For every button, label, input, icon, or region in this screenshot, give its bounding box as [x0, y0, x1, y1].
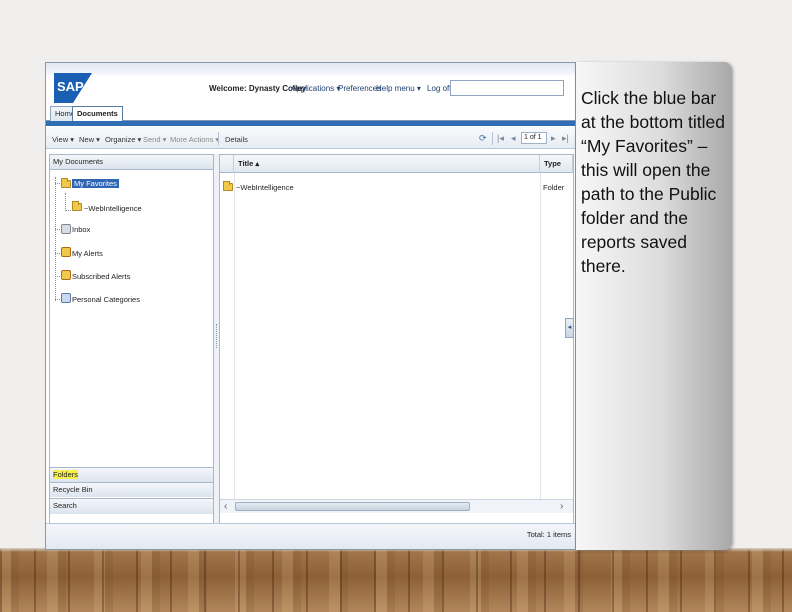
folder-icon	[223, 181, 233, 191]
scrollbar-thumb[interactable]	[235, 502, 470, 511]
callout-text: Click the blue bar at the bottom titled …	[581, 88, 725, 276]
refresh-icon[interactable]: ⟳	[479, 133, 487, 144]
my-documents-panel: My Documents My Favorites ~WebIntelligen…	[49, 154, 214, 547]
send-menu[interactable]: Send ▾	[143, 135, 166, 144]
horizontal-scrollbar[interactable]: ‹ ›	[220, 499, 573, 513]
next-page-icon[interactable]: ▸	[551, 133, 556, 144]
column-header-type[interactable]: Type	[540, 155, 573, 173]
accordion-recycle-bin-label: Recycle Bin	[53, 485, 93, 494]
column-divider	[234, 173, 235, 499]
tree-line	[55, 177, 56, 301]
inbox-icon	[61, 224, 71, 234]
accordion-recycle-bin[interactable]: Recycle Bin	[50, 482, 213, 497]
tree-item-webintelligence[interactable]: ~WebIntelligence	[84, 204, 142, 213]
scroll-left-icon[interactable]: ‹	[224, 500, 227, 513]
scroll-right-icon[interactable]: ›	[560, 500, 563, 513]
tree-item-subscribed-alerts[interactable]: Subscribed Alerts	[72, 272, 130, 281]
folder-icon	[61, 178, 71, 188]
first-page-icon[interactable]: |◂	[497, 133, 504, 144]
tab-bar: Home Documents	[46, 105, 575, 121]
accordion-search-label: Search	[53, 501, 77, 510]
instruction-callout: Click the blue bar at the bottom titled …	[576, 62, 732, 550]
tree-item-personal-categories[interactable]: Personal Categories	[72, 295, 140, 304]
documents-toolbar: View ▾ New ▾ Organize ▾ Send ▾ More Acti…	[46, 127, 575, 149]
row-type: Folder	[543, 183, 565, 192]
window-top-gradient	[46, 63, 575, 75]
wood-floor-background	[0, 548, 792, 612]
column-divider	[540, 173, 541, 499]
accordion-folders-label: Folders	[53, 470, 79, 479]
tree-item-inbox[interactable]: Inbox	[72, 225, 90, 234]
tab-documents[interactable]: Documents	[72, 106, 123, 121]
tree-line	[55, 253, 60, 254]
icon-column-header	[220, 155, 234, 173]
new-menu[interactable]: New ▾	[79, 135, 100, 144]
my-documents-header: My Documents	[50, 155, 213, 170]
header-search-input[interactable]	[450, 80, 564, 96]
status-bar: Total: 1 items	[46, 523, 575, 549]
tree-line	[55, 229, 60, 230]
svg-text:SAP: SAP	[57, 79, 84, 94]
preferences-link[interactable]: Preferences	[338, 84, 381, 93]
alerts-icon	[61, 247, 71, 257]
accordion-folders[interactable]: Folders	[50, 467, 213, 482]
collapse-panel-button[interactable]: ◂	[565, 318, 574, 338]
tree-line	[65, 210, 71, 211]
sap-logo: SAP	[54, 73, 92, 103]
total-items-text: Total: 1 items	[526, 530, 571, 539]
accordion-search[interactable]: Search	[50, 498, 213, 514]
page-total-label: of 1	[529, 134, 542, 141]
tree-line	[55, 183, 60, 184]
tree-line	[65, 193, 66, 211]
page-number-input[interactable]: 1 of 1	[521, 132, 547, 144]
tree-item-my-favorites[interactable]: My Favorites	[72, 179, 119, 188]
page-number-value: 1	[524, 134, 528, 141]
log-off-link[interactable]: Log off	[427, 84, 451, 93]
toolbar-separator	[218, 132, 219, 145]
view-menu[interactable]: View ▾	[52, 135, 74, 144]
organize-menu[interactable]: Organize ▾	[105, 135, 141, 144]
tree-line	[55, 276, 60, 277]
tree-line	[55, 299, 60, 300]
more-actions-menu[interactable]: More Actions ▾	[170, 135, 219, 144]
previous-page-icon[interactable]: ◂	[511, 133, 516, 144]
personal-categories-icon	[61, 293, 71, 303]
applications-menu[interactable]: Applications ▾	[291, 84, 340, 93]
last-page-icon[interactable]: ▸|	[562, 133, 569, 144]
tree-item-my-alerts[interactable]: My Alerts	[72, 249, 103, 258]
subscribed-alerts-icon	[61, 270, 71, 280]
row-title[interactable]: ~WebIntelligence	[236, 183, 294, 192]
sap-bi-screenshot: SAP Welcome: Dynasty Colley Applications…	[45, 62, 576, 550]
help-menu[interactable]: Help menu ▾	[376, 84, 421, 93]
toolbar-separator-2	[492, 132, 493, 145]
folder-icon	[72, 201, 82, 211]
header-blue-bar	[46, 121, 575, 126]
column-header-title[interactable]: Title ▴	[234, 155, 540, 173]
document-list-panel: Title ▴ Type ~WebIntelligence Folder ‹ ›	[219, 154, 574, 547]
details-button[interactable]: Details	[225, 135, 248, 144]
